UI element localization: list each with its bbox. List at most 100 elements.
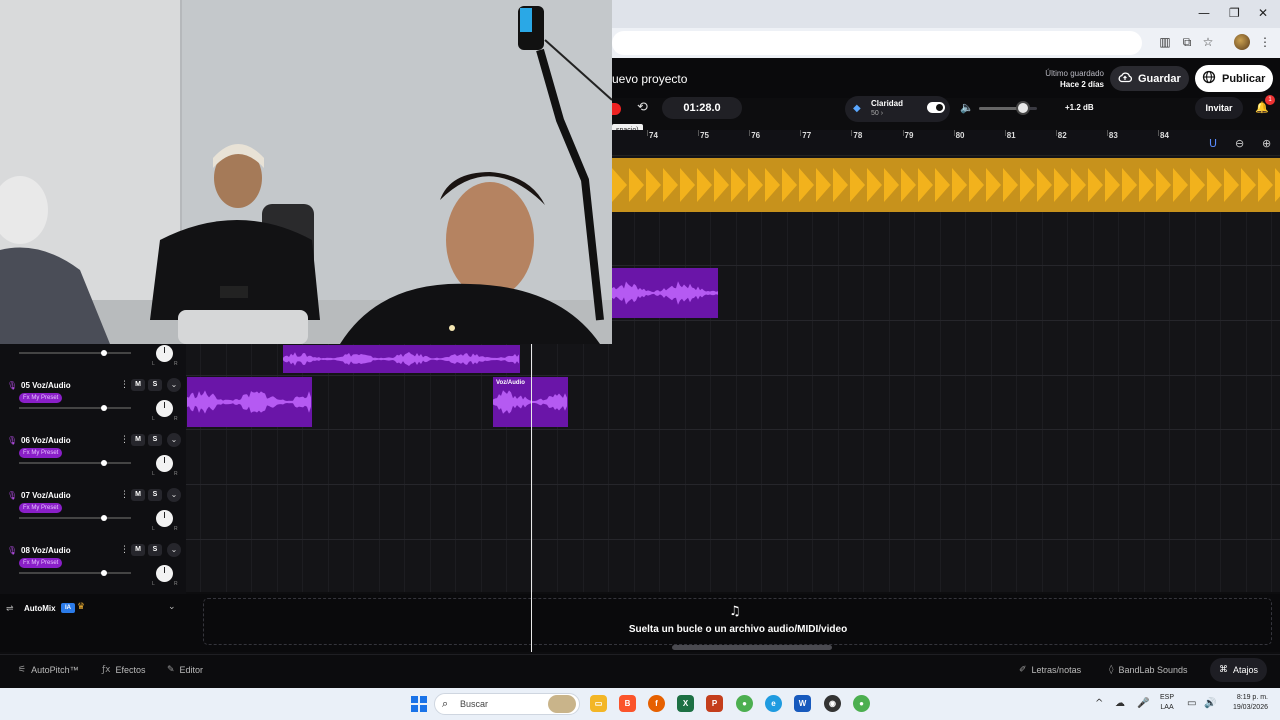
track-name[interactable]: 07 Voz/Audio: [21, 491, 71, 500]
fx-preset-badge[interactable]: Fx My Preset: [19, 448, 63, 458]
install-app-icon[interactable]: ⧉: [1180, 35, 1194, 49]
autopitch-button[interactable]: ⚟ AutoPitch™: [9, 658, 88, 682]
track-menu-icon[interactable]: ⋮: [120, 490, 129, 500]
track-volume-handle[interactable]: [101, 460, 108, 466]
loop-icon[interactable]: ⟲: [637, 100, 648, 115]
track-volume-slider[interactable]: [19, 462, 131, 464]
track-volume-handle[interactable]: [101, 405, 108, 411]
minimize-window-icon[interactable]: —: [1198, 6, 1210, 20]
beat-clip[interactable]: [612, 158, 1280, 212]
file-explorer-icon[interactable]: ▭: [590, 695, 607, 712]
track-header[interactable]: 🎙 08 Voz/Audio Fx My Preset ⋮ M S ⌄ L R: [0, 542, 186, 596]
firefox-icon[interactable]: f: [648, 695, 665, 712]
microphone-tray-icon[interactable]: 🎤: [1137, 698, 1149, 709]
fx-preset-badge[interactable]: Fx My Preset: [19, 503, 63, 513]
timeline-ruler[interactable]: [612, 130, 1280, 156]
edge-icon[interactable]: e: [765, 695, 782, 712]
track-header[interactable]: 🎙 07 Voz/Audio Fx My Preset ⋮ M S ⌄ L R: [0, 487, 186, 541]
master-volume-knob[interactable]: [1015, 101, 1030, 115]
magnet-snap-icon[interactable]: U: [1209, 137, 1217, 150]
track-pan-knob[interactable]: [156, 400, 173, 417]
vocal-clip[interactable]: [187, 377, 312, 427]
effects-button[interactable]: ƒx Efectos: [93, 658, 155, 682]
chevron-down-icon[interactable]: ⌄: [168, 602, 176, 612]
horizontal-scrollbar[interactable]: [672, 645, 832, 650]
timecode-display[interactable]: 01:28.0: [662, 97, 742, 119]
track-header[interactable]: 🎙 05 Voz/Audio Fx My Preset ⋮ M S ⌄ L R: [0, 377, 186, 431]
track-header[interactable]: 🎙 06 Voz/Audio Fx My Preset ⋮ M S ⌄ L R: [0, 432, 186, 486]
track-menu-icon[interactable]: ⋮: [120, 380, 129, 390]
track-pan-knob[interactable]: [156, 345, 173, 362]
clarity-value[interactable]: 50 ›: [871, 110, 883, 117]
track-pan-knob[interactable]: [156, 455, 173, 472]
track-volume-slider[interactable]: [19, 352, 131, 354]
vocal-clip[interactable]: [283, 345, 520, 373]
track-volume-slider[interactable]: [19, 517, 131, 519]
address-bar[interactable]: [612, 31, 1142, 55]
chevron-down-icon[interactable]: ⌄: [167, 378, 181, 392]
project-title[interactable]: uevo proyecto: [612, 72, 687, 86]
close-window-icon[interactable]: ✕: [1258, 6, 1268, 20]
lyrics-notes-button[interactable]: ✐ Letras/notas: [1010, 658, 1090, 682]
track-volume-handle[interactable]: [101, 515, 108, 521]
chevron-down-icon[interactable]: ⌄: [167, 433, 181, 447]
automix-label[interactable]: AutoMix: [24, 604, 56, 613]
tray-overflow-icon[interactable]: ^: [1095, 698, 1103, 709]
chevron-down-icon[interactable]: ⌄: [167, 488, 181, 502]
network-icon[interactable]: ▭: [1187, 698, 1196, 709]
track-volume-slider[interactable]: [19, 407, 131, 409]
mute-button[interactable]: M: [131, 379, 145, 391]
solo-button[interactable]: S: [148, 434, 162, 446]
browser-menu-icon[interactable]: ⋮: [1258, 35, 1272, 49]
word-icon[interactable]: W: [794, 695, 811, 712]
track-volume-handle[interactable]: [101, 350, 108, 356]
pan-right-label: R: [174, 416, 178, 422]
track-volume-handle[interactable]: [101, 570, 108, 576]
fx-preset-badge[interactable]: Fx My Preset: [19, 558, 63, 568]
track-menu-icon[interactable]: ⋮: [120, 545, 129, 555]
bandlab-sounds-button[interactable]: ◊ BandLab Sounds: [1100, 658, 1197, 682]
editor-button[interactable]: ✎ Editor: [158, 658, 212, 682]
bookmark-star-icon[interactable]: ☆: [1201, 35, 1215, 49]
track-pan-knob[interactable]: [156, 510, 173, 527]
solo-button[interactable]: S: [148, 489, 162, 501]
reading-list-icon[interactable]: ▥: [1158, 35, 1172, 49]
powerpoint-icon[interactable]: P: [706, 695, 723, 712]
track-volume-slider[interactable]: [19, 572, 131, 574]
track-pan-knob[interactable]: [156, 565, 173, 582]
publish-button[interactable]: Publicar: [1195, 65, 1273, 92]
solo-button[interactable]: S: [148, 544, 162, 556]
windows-start-icon[interactable]: [411, 696, 427, 712]
taskbar-clock[interactable]: 8:19 p. m. 19/03/2026: [1222, 693, 1268, 713]
chrome-icon[interactable]: ●: [736, 695, 753, 712]
fx-preset-badge[interactable]: Fx My Preset: [19, 393, 63, 403]
obs-icon[interactable]: ◉: [824, 695, 841, 712]
solo-button[interactable]: S: [148, 379, 162, 391]
mute-button[interactable]: M: [131, 544, 145, 556]
track-name[interactable]: 06 Voz/Audio: [21, 436, 71, 445]
track-name[interactable]: 08 Voz/Audio: [21, 546, 71, 555]
chevron-down-icon[interactable]: ⌄: [167, 543, 181, 557]
language-indicator[interactable]: ESP LAA: [1160, 693, 1174, 713]
brave-browser-icon[interactable]: B: [619, 695, 636, 712]
chrome-profile-icon[interactable]: ●: [853, 695, 870, 712]
save-button[interactable]: Guardar: [1110, 66, 1189, 91]
invite-button[interactable]: Invitar: [1195, 97, 1243, 119]
zoom-out-icon[interactable]: ⊖: [1235, 137, 1244, 150]
excel-icon[interactable]: X: [677, 695, 694, 712]
zoom-in-icon[interactable]: ⊕: [1262, 137, 1271, 150]
mute-button[interactable]: M: [131, 489, 145, 501]
speaker-icon[interactable]: 🔈: [960, 101, 974, 114]
track-menu-icon[interactable]: ⋮: [120, 435, 129, 445]
vocal-clip[interactable]: [612, 268, 718, 318]
playhead[interactable]: [531, 344, 532, 652]
profile-avatar[interactable]: [1234, 34, 1250, 50]
clarity-toggle[interactable]: [927, 102, 945, 113]
tray-app-icon[interactable]: ☁: [1115, 698, 1125, 709]
search-highlight-image[interactable]: [548, 695, 576, 713]
track-name[interactable]: 05 Voz/Audio: [21, 381, 71, 390]
mute-button[interactable]: M: [131, 434, 145, 446]
volume-tray-icon[interactable]: 🔊: [1204, 698, 1216, 709]
shortcuts-button[interactable]: ⌘ Atajos: [1210, 658, 1268, 682]
maximize-window-icon[interactable]: ❐: [1229, 6, 1240, 20]
